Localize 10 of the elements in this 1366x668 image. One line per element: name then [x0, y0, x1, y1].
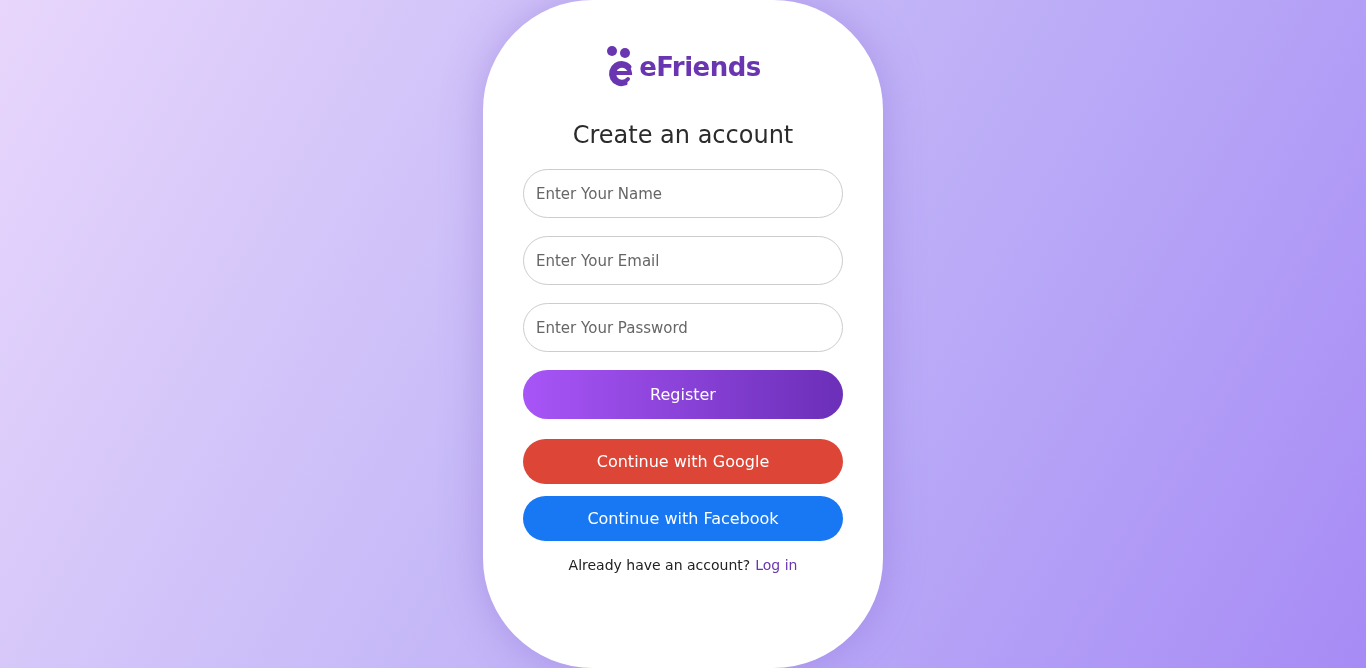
- logo-text: eFriends: [639, 52, 761, 82]
- google-button[interactable]: Continue with Google: [523, 439, 843, 484]
- facebook-button[interactable]: Continue with Facebook: [523, 496, 843, 541]
- input-field[interactable]: Enter Your Email: [523, 236, 843, 285]
- footer-text: Already have an account?: [568, 557, 751, 573]
- register-button[interactable]: Register: [523, 370, 843, 419]
- input-field[interactable]: Enter Your Password: [523, 303, 843, 352]
- login-link[interactable]: Log in: [755, 557, 798, 573]
- form-title: Create an account: [571, 121, 795, 149]
- input-field[interactable]: Enter Your Name: [523, 169, 843, 218]
